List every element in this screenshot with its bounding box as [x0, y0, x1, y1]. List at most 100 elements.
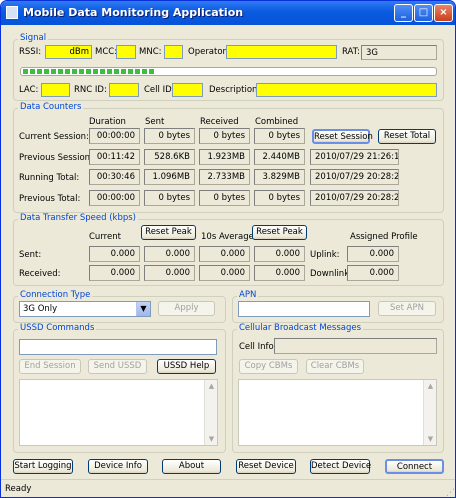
connection-type-select[interactable]: 3G Only ▼	[19, 301, 151, 317]
data-counters-title: Data Counters	[18, 102, 84, 112]
signal-strength-fill	[23, 69, 155, 74]
app-icon	[6, 6, 18, 19]
speed-sent-label: Sent:	[19, 250, 42, 260]
assigned-profile-label: Assigned Profile	[350, 232, 418, 242]
connection-type-title: Connection Type	[18, 290, 93, 300]
end-session-button[interactable]: End Session	[19, 359, 81, 374]
scroll-up-icon[interactable]: ▲	[205, 380, 218, 392]
counter-cell: 0 bytes	[254, 190, 305, 206]
ussd-input[interactable]	[19, 339, 217, 355]
scroll-down-icon[interactable]: ▼	[424, 433, 437, 445]
rnc-field	[109, 83, 139, 97]
counter-timestamp: 2010/07/29 20:28:22	[310, 190, 399, 206]
reset-total-button[interactable]: Reset Total	[378, 129, 436, 144]
rat-field: 3G	[361, 45, 437, 60]
apply-button[interactable]: Apply	[158, 301, 215, 316]
apn-title: APN	[237, 290, 259, 300]
ussd-scrollbar[interactable]: ▲ ▼	[204, 380, 217, 445]
downlink-value: 0.000	[347, 265, 399, 281]
counter-cell: 1.923MB	[199, 149, 250, 165]
status-bar: Ready ⋰	[1, 479, 455, 497]
sent-current: 0.000	[89, 246, 140, 262]
cbm-scrollbar[interactable]: ▲ ▼	[423, 380, 436, 445]
status-text: Ready	[5, 484, 32, 494]
scroll-up-icon[interactable]: ▲	[424, 380, 437, 392]
counter-cell: 0 bytes	[144, 128, 195, 144]
description-field	[256, 83, 437, 97]
counter-cell: 00:00:00	[89, 190, 140, 206]
counter-row-label: Previous Total:	[19, 194, 81, 204]
cell-info-field	[274, 338, 437, 354]
send-ussd-button[interactable]: Send USSD	[88, 359, 147, 374]
window-title: Mobile Data Monitoring Application	[23, 6, 244, 19]
received-current: 0.000	[89, 265, 140, 281]
cell-id-field	[172, 83, 203, 97]
speed-average-label: 10s Average	[201, 232, 254, 242]
counter-cell: 3.829MB	[254, 169, 305, 185]
counter-cell: 0 bytes	[199, 190, 250, 206]
ussd-output[interactable]: ▲ ▼	[19, 379, 218, 446]
apn-input[interactable]	[238, 301, 370, 317]
counter-cell: 528.6KB	[144, 149, 195, 165]
counter-timestamp: 2010/07/29 20:28:22	[310, 169, 399, 185]
detect-device-button[interactable]: Detect Device	[310, 459, 371, 474]
rssi-label: RSSI:	[19, 47, 42, 57]
reset-session-button[interactable]: Reset Session	[312, 129, 373, 144]
received-average-peak: 0.000	[254, 265, 305, 281]
signal-strength-bar	[20, 67, 437, 76]
sent-average: 0.000	[199, 246, 250, 262]
set-apn-button[interactable]: Set APN	[378, 301, 436, 316]
counter-cell: 0 bytes	[144, 190, 195, 206]
received-average: 0.000	[199, 265, 250, 281]
mnc-field	[164, 45, 183, 59]
lac-field	[41, 83, 70, 97]
rssi-field: dBm	[45, 45, 92, 59]
cbm-title: Cellular Broadcast Messages	[237, 323, 364, 333]
device-info-button[interactable]: Device Info	[88, 459, 148, 474]
resize-grip-icon[interactable]: ⋰	[446, 488, 455, 497]
counter-row-label: Current Session:	[19, 132, 89, 142]
clear-cbms-button[interactable]: Clear CBMs	[306, 359, 364, 374]
counter-row-label: Previous Session:	[19, 153, 93, 163]
close-icon[interactable]: ×	[434, 4, 453, 22]
minimize-icon[interactable]: _	[394, 4, 413, 22]
header-sent: Sent	[145, 117, 165, 127]
copy-cbms-button[interactable]: Copy CBMs	[239, 359, 298, 374]
reset-peak-button-2[interactable]: Reset Peak	[252, 225, 307, 240]
counter-cell: 2.440MB	[254, 149, 305, 165]
description-label: Description:	[209, 85, 261, 95]
speed-group-title: Data Transfer Speed (kbps)	[18, 213, 138, 223]
connection-type-value: 3G Only	[23, 304, 58, 314]
downlink-label: Downlink:	[310, 269, 352, 279]
sent-current-peak: 0.000	[144, 246, 195, 262]
app-window: Mobile Data Monitoring Application _ □ ×…	[0, 0, 456, 498]
rssi-unit: dBm	[69, 47, 89, 57]
cbm-output[interactable]: ▲ ▼	[238, 379, 437, 446]
start-logging-button[interactable]: Start Logging	[13, 459, 73, 474]
cell-id-label: Cell ID:	[144, 85, 175, 95]
rat-label: RAT:	[342, 47, 360, 57]
connect-button[interactable]: Connect	[385, 459, 444, 474]
speed-received-label: Received:	[19, 269, 61, 279]
title-bar[interactable]: Mobile Data Monitoring Application _ □ ×	[1, 1, 455, 25]
reset-device-button[interactable]: Reset Device	[236, 459, 296, 474]
counter-cell: 0 bytes	[254, 128, 305, 144]
ussd-help-button[interactable]: USSD Help	[157, 359, 216, 374]
maximize-icon[interactable]: □	[414, 4, 433, 22]
counter-timestamp: 2010/07/29 21:26:12	[310, 149, 399, 165]
counter-cell: 00:00:00	[89, 128, 140, 144]
speed-current-label: Current	[89, 232, 121, 242]
reset-peak-button-1[interactable]: Reset Peak	[141, 225, 196, 240]
chevron-down-icon[interactable]: ▼	[136, 302, 150, 316]
counter-cell: 00:11:42	[89, 149, 140, 165]
counter-cell: 1.096MB	[144, 169, 195, 185]
header-combined: Combined	[255, 117, 299, 127]
counter-cell: 00:30:46	[89, 169, 140, 185]
header-received: Received	[200, 117, 239, 127]
counter-cell: 0 bytes	[199, 128, 250, 144]
about-button[interactable]: About	[162, 459, 221, 474]
operator-field	[226, 45, 337, 59]
counter-row-label: Running Total:	[19, 173, 80, 183]
header-duration: Duration	[89, 117, 126, 127]
scroll-down-icon[interactable]: ▼	[205, 433, 218, 445]
